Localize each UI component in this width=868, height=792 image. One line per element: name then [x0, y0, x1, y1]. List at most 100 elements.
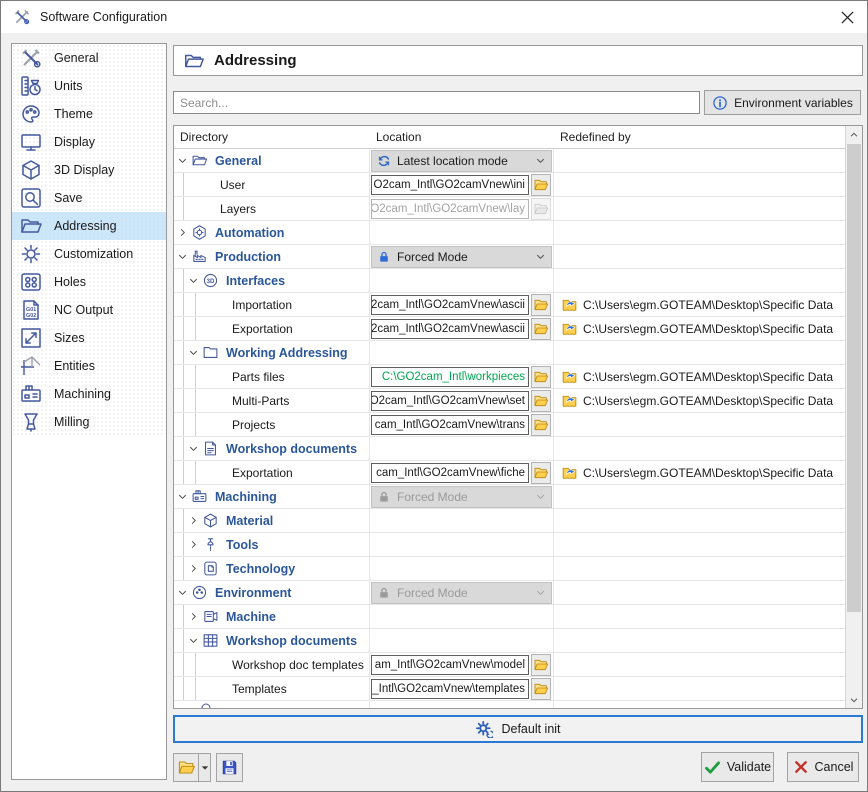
table-row-workshop-documents[interactable]: Workshop documents — [174, 629, 845, 653]
expander-chevron-right-icon[interactable] — [187, 563, 199, 574]
expander-chevron-down-icon[interactable] — [176, 587, 188, 598]
expander-chevron-down-icon[interactable] — [187, 635, 199, 646]
validate-button[interactable]: Validate — [701, 752, 774, 782]
scroll-down-icon[interactable] — [846, 691, 862, 708]
expander-chevron-right-icon[interactable] — [187, 539, 199, 550]
location-cell: cam_Intl\GO2camVnew\trans — [370, 413, 554, 436]
search-input[interactable] — [173, 91, 700, 114]
group-label: Machining — [215, 490, 277, 504]
expander-chevron-down-icon[interactable] — [176, 251, 188, 262]
location-path-input[interactable]: 2cam_Intl\GO2camVnew\ascii — [371, 319, 529, 339]
close-icon[interactable] — [835, 6, 859, 28]
sidebar-item-theme[interactable]: Theme — [12, 100, 166, 128]
open-config-button[interactable] — [173, 753, 198, 782]
sidebar-item-customization[interactable]: Customization — [12, 240, 166, 268]
gear-icon — [19, 242, 43, 266]
browse-folder-button[interactable] — [531, 414, 551, 436]
location-mode-dropdown[interactable]: Forced Mode — [371, 246, 552, 268]
location-path-input[interactable]: _Intl\GO2camVnew\templates — [371, 679, 529, 699]
table-row-machining[interactable]: MachiningForced Mode — [174, 485, 845, 509]
machining-icon — [189, 488, 209, 505]
browse-folder-button[interactable] — [531, 318, 551, 340]
sidebar-item-save[interactable]: Save — [12, 184, 166, 212]
sidebar-item-milling[interactable]: Milling — [12, 408, 166, 436]
location-path-input[interactable]: 2cam_Intl\GO2camVnew\ascii — [371, 295, 529, 315]
location-cell: Forced Mode — [370, 581, 554, 604]
environment-variables-button[interactable]: Environment variables — [704, 90, 861, 115]
sidebar-item-nc-output[interactable]: G01G02NC Output — [12, 296, 166, 324]
table-row-environment[interactable]: EnvironmentForced Mode — [174, 581, 845, 605]
expander-chevron-right-icon[interactable] — [187, 611, 199, 622]
table-row-material[interactable]: Material — [174, 509, 845, 533]
table-row-technology[interactable]: Technology — [174, 557, 845, 581]
folder-gold-icon — [533, 393, 549, 409]
table-row-interfaces[interactable]: 3DInterfaces — [174, 269, 845, 293]
folder-gold-icon — [177, 758, 196, 777]
table-row-exportation: Exportation2cam_Intl\GO2camVnew\asciiC:\… — [174, 317, 845, 341]
sidebar-item-machining[interactable]: Machining — [12, 380, 166, 408]
scroll-up-icon[interactable] — [846, 126, 862, 143]
browse-folder-button[interactable] — [531, 294, 551, 316]
sidebar-item-units[interactable]: Units — [12, 72, 166, 100]
table-row-tools[interactable]: Tools — [174, 533, 845, 557]
svg-text:G02: G02 — [26, 313, 36, 319]
location-cell — [370, 605, 554, 628]
location-path-input[interactable]: C:\GO2cam_Intl\workpieces — [371, 367, 529, 387]
group-label: Workshop documents — [226, 442, 357, 456]
redefined-cell: C:\Users\egm.GOTEAM\Desktop\Specific Dat… — [554, 293, 845, 316]
location-mode-dropdown[interactable]: Latest location mode — [371, 150, 552, 172]
browse-folder-button[interactable] — [531, 174, 551, 196]
sidebar-item-holes[interactable]: Holes — [12, 268, 166, 296]
table-row-automation[interactable]: Automation — [174, 221, 845, 245]
location-path-input: O2cam_Intl\GO2camVnew\lay — [371, 199, 529, 219]
redefined-cell — [554, 245, 845, 268]
sidebar-item-3d-display[interactable]: 3D Display — [12, 156, 166, 184]
table-row-general[interactable]: GeneralLatest location mode — [174, 149, 845, 173]
browse-folder-button[interactable] — [531, 462, 551, 484]
expander-chevron-down-icon[interactable] — [176, 155, 188, 166]
location-path-input[interactable]: cam_Intl\GO2camVnew\fiche — [371, 463, 529, 483]
browse-folder-button[interactable] — [531, 678, 551, 700]
cancel-button[interactable]: Cancel — [787, 752, 859, 782]
dropdown-value: Forced Mode — [397, 250, 468, 264]
group-label: Automation — [215, 226, 284, 240]
expander-chevron-down-icon[interactable] — [187, 347, 199, 358]
open-config-dropdown-arrow-icon[interactable] — [198, 753, 211, 782]
sidebar-item-sizes[interactable]: Sizes — [12, 324, 166, 352]
sidebar-item-general[interactable]: General — [12, 44, 166, 72]
table-row-production[interactable]: ProductionForced Mode — [174, 245, 845, 269]
expander-chevron-down-icon[interactable] — [187, 443, 199, 454]
location-cell — [370, 533, 554, 556]
table-header: Directory Location Redefined by — [174, 126, 845, 149]
directory-cell: Layers — [174, 197, 370, 220]
sidebar-item-entities[interactable]: Entities — [12, 352, 166, 380]
location-path-input[interactable]: O2cam_Intl\GO2camVnew\set — [371, 391, 529, 411]
vertical-scrollbar[interactable] — [845, 126, 862, 708]
table-row-machine[interactable]: Machine — [174, 605, 845, 629]
table-row-working-addressing[interactable]: Working Addressing — [174, 341, 845, 365]
sidebar-item-display[interactable]: Display — [12, 128, 166, 156]
browse-folder-button[interactable] — [531, 654, 551, 676]
default-init-button[interactable]: Default init — [173, 715, 863, 743]
expander-chevron-down-icon[interactable] — [187, 275, 199, 286]
redefined-cell — [554, 269, 845, 292]
location-path-input[interactable]: O2cam_Intl\GO2camVnew\ini — [371, 175, 529, 195]
expander-chevron-down-icon[interactable] — [176, 491, 188, 502]
cube-icon — [200, 512, 220, 529]
row-label: Parts files — [232, 370, 285, 384]
expander-chevron-right-icon[interactable] — [187, 515, 199, 526]
machine-icon — [200, 608, 220, 625]
directory-cell: Machine — [174, 605, 370, 628]
directory-cell: Automation — [174, 221, 370, 244]
table-row — [174, 701, 845, 708]
row-label: Multi-Parts — [232, 394, 289, 408]
expander-chevron-right-icon[interactable] — [176, 227, 188, 238]
scrollbar-thumb[interactable] — [847, 144, 861, 612]
browse-folder-button[interactable] — [531, 390, 551, 412]
sidebar-item-addressing[interactable]: Addressing — [12, 212, 166, 240]
browse-folder-button[interactable] — [531, 366, 551, 388]
save-config-button[interactable] — [216, 753, 243, 782]
location-path-input[interactable]: am_Intl\GO2camVnew\model — [371, 655, 529, 675]
location-path-input[interactable]: cam_Intl\GO2camVnew\trans — [371, 415, 529, 435]
table-row-workshop-documents[interactable]: Workshop documents — [174, 437, 845, 461]
